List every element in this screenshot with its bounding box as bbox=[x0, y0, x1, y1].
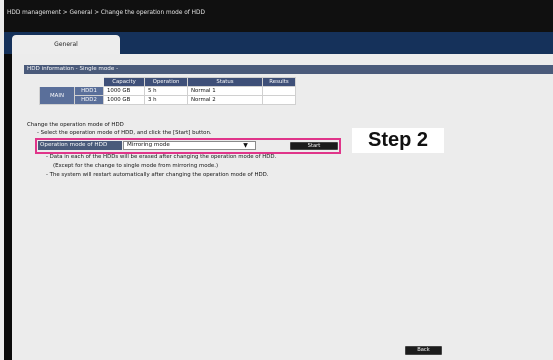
operation-cell: 5 h bbox=[144, 86, 188, 96]
app-window: HDD management > General > Change the op… bbox=[4, 0, 553, 360]
table-row: HDD2 1000 GB 3 h Normal 2 bbox=[40, 95, 296, 105]
results-cell bbox=[262, 95, 296, 105]
col-header: Status bbox=[187, 77, 263, 87]
tab-bar: General bbox=[4, 32, 553, 54]
capacity-cell: 1000 GB bbox=[103, 95, 145, 105]
hdd-name: HDD1 bbox=[74, 86, 104, 96]
results-cell bbox=[262, 86, 296, 96]
col-header: Results bbox=[262, 77, 296, 87]
instruction-text: - Select the operation mode of HDD, and … bbox=[37, 130, 212, 136]
table-header-row: Capacity Operation Status Results bbox=[40, 77, 296, 87]
note-restart: - The system will restart automatically … bbox=[46, 172, 269, 178]
main-panel: HDD information - Single mode - Capacity… bbox=[12, 54, 553, 360]
mode-label: Operation mode of HDD bbox=[38, 141, 122, 150]
status-cell: Normal 1 bbox=[187, 86, 263, 96]
col-header: Capacity bbox=[103, 77, 145, 87]
tab-general[interactable]: General bbox=[12, 35, 120, 54]
blank-corner bbox=[40, 78, 104, 87]
operation-cell: 3 h bbox=[144, 95, 188, 105]
status-cell: Normal 2 bbox=[187, 95, 263, 105]
change-mode-title: Change the operation mode of HDD bbox=[27, 122, 124, 128]
hdd-name: HDD2 bbox=[74, 95, 104, 105]
note-exception: (Except for the change to single mode fr… bbox=[53, 163, 219, 169]
hdd-info-header: HDD information - Single mode - bbox=[24, 65, 553, 74]
capacity-cell: 1000 GB bbox=[103, 86, 145, 96]
breadcrumb: HDD management > General > Change the op… bbox=[7, 10, 205, 16]
dropdown-arrow-icon[interactable]: ▼ bbox=[236, 141, 255, 150]
title-bar: HDD management > General > Change the op… bbox=[4, 0, 553, 32]
step-callout: Step 2 bbox=[352, 128, 444, 153]
hdd-info-table: Capacity Operation Status Results MAIN H… bbox=[39, 77, 296, 105]
group-label: MAIN bbox=[39, 86, 75, 105]
note-erase: - Data in each of the HDDs will be erase… bbox=[46, 154, 277, 160]
start-button[interactable]: Start bbox=[290, 142, 338, 150]
col-header: Operation bbox=[144, 77, 188, 87]
table-row: MAIN HDD1 1000 GB 5 h Normal 1 bbox=[39, 86, 296, 105]
back-button[interactable]: Back bbox=[405, 346, 442, 355]
